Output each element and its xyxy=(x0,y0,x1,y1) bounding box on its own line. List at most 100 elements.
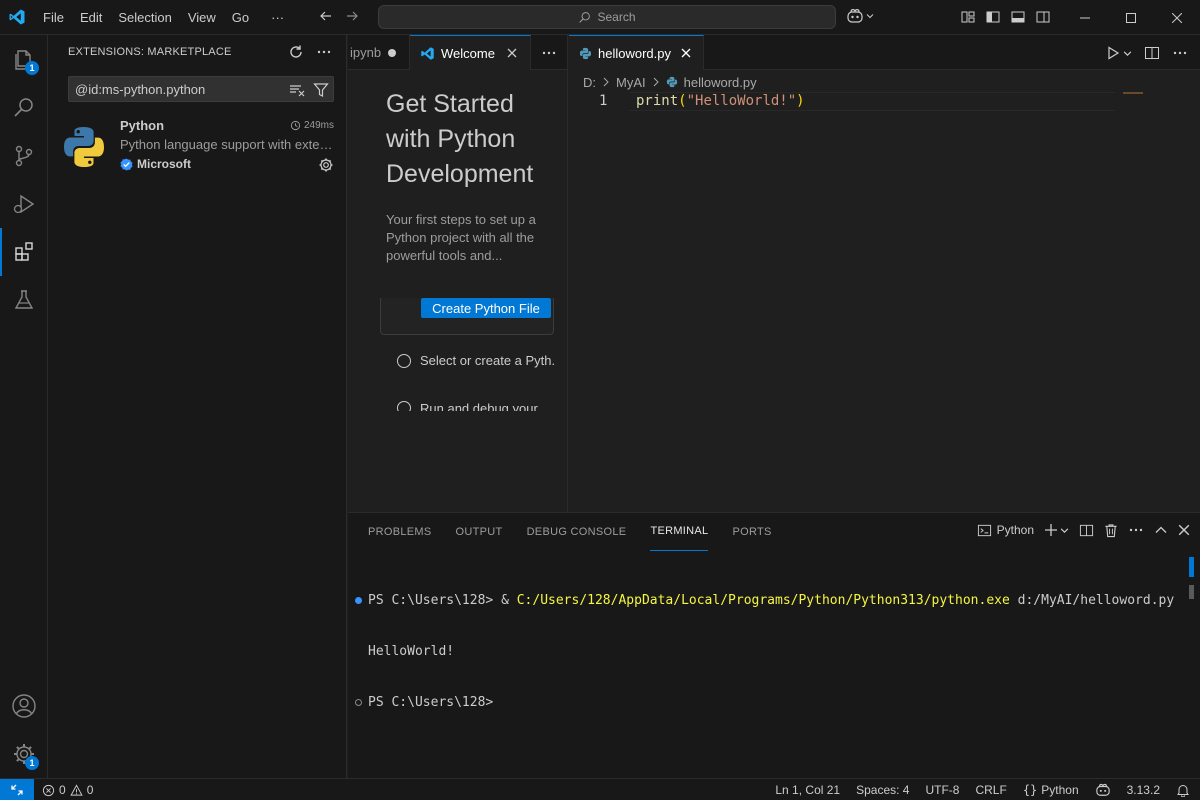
panel-tab-debug-console[interactable]: DEBUG CONSOLE xyxy=(527,513,627,551)
menu-go[interactable]: Go xyxy=(224,0,257,35)
terminal-line: HelloWorld! xyxy=(355,643,1174,660)
python-version[interactable]: 3.13.2 xyxy=(1127,783,1160,797)
activity-explorer[interactable]: 1 xyxy=(0,36,48,84)
split-terminal-icon[interactable] xyxy=(1079,523,1094,538)
command-success-dot-icon xyxy=(355,597,362,604)
error-count: 0 xyxy=(59,783,66,797)
toggle-primary-sidebar-icon[interactable] xyxy=(985,9,1001,25)
cursor-position[interactable]: Ln 1, Col 21 xyxy=(775,783,840,797)
clear-filter-icon[interactable] xyxy=(289,82,305,98)
extension-search-input[interactable] xyxy=(75,77,285,101)
walkthrough-title: Get Started with Python Development xyxy=(386,90,534,188)
language-mode[interactable]: {} Python xyxy=(1023,783,1079,797)
panel-tab-ports[interactable]: PORTS xyxy=(732,513,771,551)
menu-view[interactable]: View xyxy=(180,0,224,35)
activity-extensions[interactable] xyxy=(0,228,48,276)
more-actions-icon[interactable] xyxy=(1128,522,1144,538)
status-bar: 0 0 Ln 1, Col 21 Spaces: 4 UTF-8 CRLF {}… xyxy=(0,778,1200,800)
chevron-right-icon xyxy=(602,77,610,87)
terminal-line: PS C:\Users\128> & C:/Users/128/AppData/… xyxy=(355,592,1174,609)
activity-manage[interactable]: 1 xyxy=(0,730,48,778)
extension-item-python[interactable]: Python 249ms Python language support wit… xyxy=(48,113,346,179)
terminal-selector[interactable]: Python xyxy=(977,523,1034,538)
new-terminal-button[interactable] xyxy=(1044,523,1069,537)
activity-run-debug[interactable] xyxy=(0,180,48,228)
activity-search[interactable] xyxy=(0,84,48,132)
problems-status[interactable]: 0 0 xyxy=(42,779,93,800)
panel-tab-terminal[interactable]: TERMINAL xyxy=(650,513,709,551)
manage-extension-gear-icon[interactable] xyxy=(318,157,334,173)
command-center-search[interactable]: Search xyxy=(378,5,836,29)
menu-more[interactable]: ··· xyxy=(257,0,292,35)
activity-accounts[interactable] xyxy=(0,682,48,730)
source-control-icon xyxy=(12,144,36,168)
create-python-file-button[interactable]: Create Python File xyxy=(421,298,551,318)
history-icon xyxy=(290,120,301,131)
close-tab-icon[interactable] xyxy=(681,48,691,58)
filter-icon[interactable] xyxy=(313,82,329,98)
activity-testing[interactable] xyxy=(0,276,48,324)
close-tab-icon[interactable] xyxy=(507,48,517,58)
run-python-file-button[interactable] xyxy=(1106,46,1132,60)
welcome-editor-group: ipynb Welcome Get Started with Python De… xyxy=(348,35,568,512)
remote-indicator[interactable] xyxy=(0,779,34,800)
python-file-icon xyxy=(579,47,592,60)
extension-search-box xyxy=(68,76,334,102)
terminal-output[interactable]: PS C:\Users\128> & C:/Users/128/AppData/… xyxy=(355,558,1174,745)
tab-notebook[interactable]: ipynb xyxy=(348,35,410,70)
trash-icon[interactable] xyxy=(1104,523,1118,538)
split-editor-icon[interactable] xyxy=(1144,45,1160,61)
editor-more-actions[interactable] xyxy=(531,35,567,70)
more-actions-icon[interactable] xyxy=(1172,45,1188,61)
menu-selection[interactable]: Selection xyxy=(110,0,179,35)
maximize-button[interactable] xyxy=(1108,0,1154,35)
copilot-status-icon[interactable] xyxy=(1095,783,1111,797)
encoding[interactable]: UTF-8 xyxy=(925,783,959,797)
search-icon xyxy=(578,11,591,24)
breadcrumb-drive[interactable]: D: xyxy=(583,75,596,90)
customize-layout-icon[interactable] xyxy=(960,9,976,25)
terminal-prompt: PS C:\Users\128> xyxy=(368,695,494,710)
chevron-up-icon[interactable] xyxy=(1154,523,1168,537)
panel-tab-problems[interactable]: PROBLEMS xyxy=(368,513,432,551)
panel-tabs: PROBLEMS OUTPUT DEBUG CONSOLE TERMINAL P… xyxy=(368,513,772,551)
chevron-down-icon xyxy=(1123,49,1132,58)
minimap[interactable] xyxy=(1123,92,1143,94)
code-line[interactable]: print("HelloWorld!") xyxy=(636,93,805,109)
copilot-button[interactable] xyxy=(846,8,874,24)
terminal-scrollbar[interactable] xyxy=(1189,585,1194,599)
search-icon xyxy=(12,96,36,120)
bottom-panel: PROBLEMS OUTPUT DEBUG CONSOLE TERMINAL P… xyxy=(348,512,1200,778)
menu-file[interactable]: File xyxy=(35,0,72,35)
chevron-down-icon xyxy=(866,12,874,20)
forward-arrow-icon[interactable] xyxy=(344,8,360,24)
menu-edit[interactable]: Edit xyxy=(72,0,110,35)
breadcrumb-folder[interactable]: MyAI xyxy=(616,75,646,90)
panel-tab-output[interactable]: OUTPUT xyxy=(456,513,503,551)
step-radio-icon xyxy=(397,401,411,411)
tab-helloword[interactable]: helloword.py xyxy=(569,35,704,70)
extension-name: Python xyxy=(120,118,165,133)
python-file-icon xyxy=(666,76,678,88)
close-window-button[interactable] xyxy=(1154,0,1200,35)
tab-welcome[interactable]: Welcome xyxy=(410,35,531,70)
activity-source-control[interactable] xyxy=(0,132,48,180)
tab-bar: ipynb Welcome xyxy=(348,35,567,70)
breadcrumb-file[interactable]: helloword.py xyxy=(684,75,757,90)
more-actions-icon[interactable] xyxy=(316,44,332,60)
notifications-bell-icon[interactable] xyxy=(1176,783,1190,797)
close-panel-icon[interactable] xyxy=(1178,524,1190,536)
vscode-tab-icon xyxy=(420,46,435,61)
refresh-icon[interactable] xyxy=(288,44,304,60)
activation-time-value: 249ms xyxy=(303,120,334,131)
toggle-panel-icon[interactable] xyxy=(1010,9,1026,25)
walkthrough-step-run-debug[interactable]: Run and debug your xyxy=(397,401,538,411)
minimize-button[interactable] xyxy=(1062,0,1108,35)
line-ending[interactable]: CRLF xyxy=(975,783,1006,797)
back-arrow-icon[interactable] xyxy=(318,8,334,24)
close-icon xyxy=(1172,12,1182,23)
toggle-secondary-sidebar-icon[interactable] xyxy=(1035,9,1051,25)
indentation[interactable]: Spaces: 4 xyxy=(856,783,909,797)
tab-helloword-label: helloword.py xyxy=(598,45,671,61)
walkthrough-step-select-env[interactable]: Select or create a Pyth. xyxy=(397,353,555,368)
